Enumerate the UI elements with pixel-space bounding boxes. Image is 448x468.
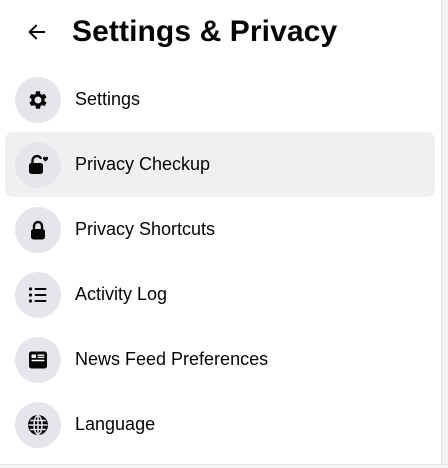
- back-arrow-icon: [28, 24, 46, 40]
- list-icon: [28, 286, 47, 303]
- settings-privacy-panel: Settings & Privacy Settings Privacy Chec…: [0, 0, 448, 468]
- icon-circle: [15, 206, 61, 253]
- menu-item-label: Settings: [75, 89, 141, 109]
- page-title: Settings & Privacy: [72, 15, 338, 48]
- menu-item-label: Privacy Checkup: [75, 154, 211, 174]
- scrollbar-track[interactable]: [441, 0, 448, 468]
- icon-circle: [15, 336, 61, 383]
- menu-item-news-feed-preferences[interactable]: News Feed Preferences: [5, 327, 435, 392]
- icon-circle: [15, 271, 61, 318]
- icon-circle: [15, 141, 61, 188]
- menu-item-privacy-shortcuts[interactable]: Privacy Shortcuts: [5, 197, 435, 262]
- menu-item-settings[interactable]: Settings: [5, 67, 435, 132]
- menu-item-language[interactable]: Language: [5, 392, 435, 457]
- globe-icon: [28, 414, 48, 435]
- icon-circle: [15, 76, 61, 123]
- bottom-divider: [0, 464, 448, 468]
- menu-item-activity-log[interactable]: Activity Log: [5, 262, 435, 327]
- lock-heart-icon: [29, 154, 49, 174]
- menu-item-privacy-checkup[interactable]: Privacy Checkup: [5, 132, 435, 197]
- menu-item-label: Language: [75, 414, 156, 434]
- settings-menu: Settings Privacy Checkup Privacy Shortcu…: [5, 67, 435, 457]
- menu-item-label: Activity Log: [75, 284, 168, 304]
- back-button[interactable]: [19, 14, 55, 50]
- header: Settings & Privacy: [0, 0, 440, 64]
- lock-icon: [31, 220, 45, 239]
- gear-icon: [29, 90, 47, 109]
- menu-item-label: Privacy Shortcuts: [75, 219, 216, 239]
- icon-circle: [15, 401, 61, 448]
- news-feed-icon: [29, 351, 47, 368]
- menu-item-label: News Feed Preferences: [75, 349, 269, 369]
